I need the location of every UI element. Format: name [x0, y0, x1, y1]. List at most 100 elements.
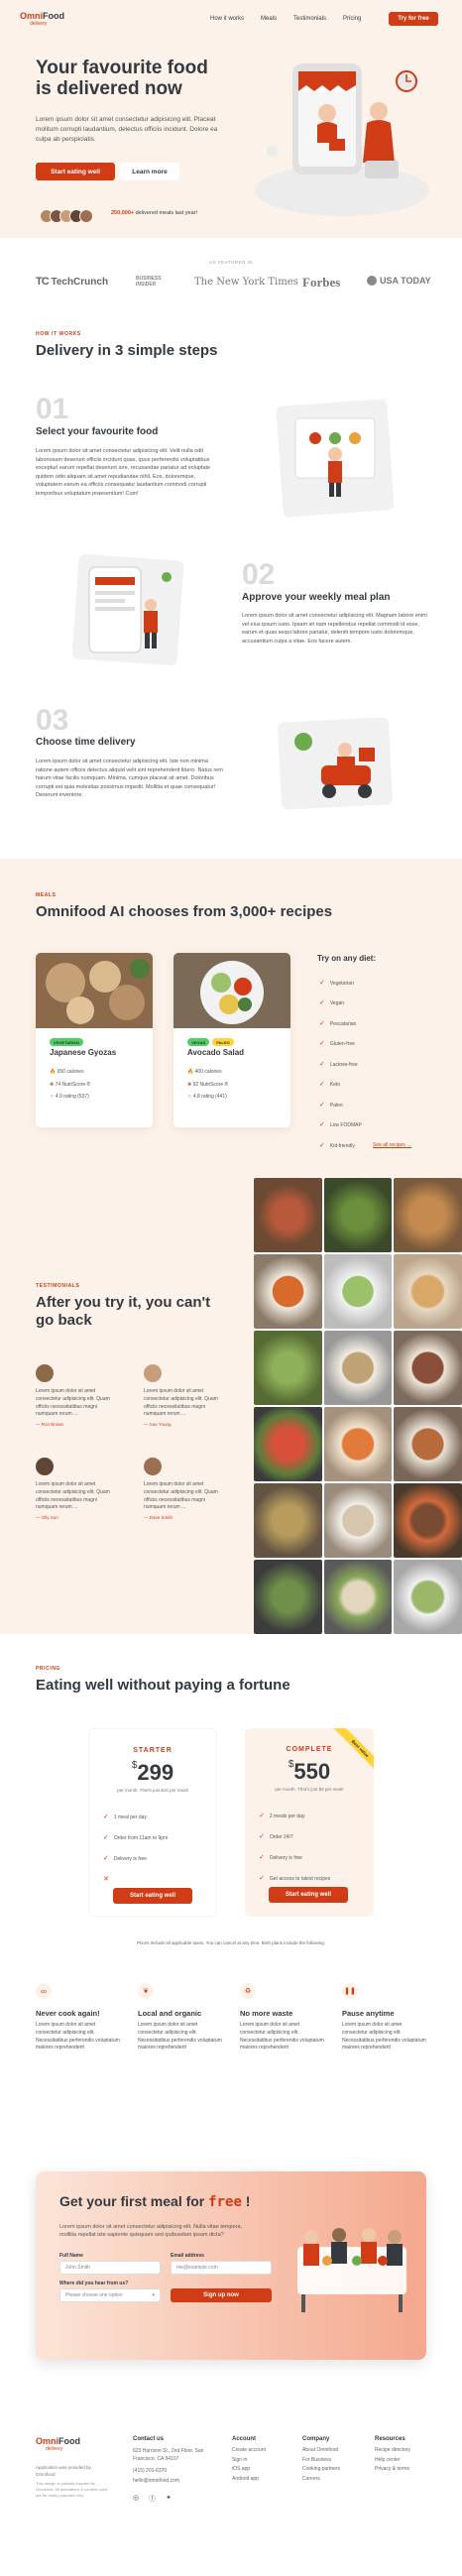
logo-part-b: Food — [43, 11, 65, 21]
gallery-image[interactable] — [394, 1407, 462, 1481]
gallery-image[interactable] — [323, 1407, 393, 1481]
gallery-image[interactable] — [254, 1331, 322, 1405]
footer-heading: Company — [302, 2436, 330, 2442]
avatar — [36, 1364, 54, 1382]
step-1-title: Select your favourite food — [36, 426, 159, 437]
gallery-image[interactable] — [254, 1560, 322, 1634]
footer-link[interactable]: Sign in — [232, 2456, 266, 2466]
check-icon: ✓ — [319, 1101, 325, 1109]
gallery-image[interactable] — [394, 1331, 462, 1405]
footer-email[interactable]: hello@omnifood.com — [133, 2477, 212, 2487]
footer-link[interactable]: About Omnifood — [302, 2446, 340, 2456]
twitter-icon[interactable]: ✦ — [166, 2494, 172, 2504]
feature-3: ♻ No more waste Lorem ipsum dolor sit am… — [240, 1983, 325, 2052]
feature-title: No more waste — [240, 2009, 293, 2018]
gallery-image[interactable] — [323, 1331, 393, 1405]
flame-icon: 🔥 — [187, 1069, 195, 1075]
avatar — [144, 1458, 162, 1475]
footer-link[interactable]: Careers — [302, 2475, 340, 2485]
step-1-illustration — [276, 399, 395, 518]
feature-text: Lorem ipsum dolor sit amet consectetur a… — [138, 2022, 222, 2051]
diet-list: ✓ Vegetarian ✓ Vegan ✓ Pescatarian ✓ Gluten-… — [319, 974, 362, 1156]
gallery-image[interactable] — [254, 1407, 322, 1481]
plan-price: $550 — [288, 1759, 331, 1784]
gallery-image[interactable] — [323, 1178, 393, 1252]
feature-title: Pause anytime — [342, 2009, 395, 2018]
nav-link-meals[interactable]: Meals — [261, 16, 277, 22]
plan-feature: ✓ Delivery is free — [103, 1855, 147, 1862]
check-icon: ✓ — [259, 1813, 265, 1819]
plan-price: $299 — [131, 1760, 174, 1785]
plan-feature: ✓ Delivery is free — [259, 1854, 302, 1861]
footer-link[interactable]: Privacy & terms — [375, 2465, 410, 2475]
footer-link[interactable]: Recipe directory — [375, 2446, 410, 2456]
footer-heading: Resources — [375, 2436, 405, 2442]
nav-link-testimonials[interactable]: Testimonials — [293, 16, 326, 22]
pricing-subheading: PRICING — [36, 1666, 61, 1672]
testimonial-1: Lorem ipsum dolor sit amet consectetur a… — [36, 1364, 120, 1427]
hero-start-button[interactable]: Start eating well — [36, 163, 115, 180]
gallery-image[interactable] — [254, 1483, 322, 1558]
plan-feature: ✓ 1 meal per day — [103, 1814, 147, 1820]
plan-feature: ✕ — [103, 1869, 216, 1890]
facebook-icon[interactable]: ⓕ — [149, 2494, 156, 2504]
email-input[interactable]: me@example.com — [171, 2261, 272, 2275]
feature-text: Lorem ipsum dolor sit amet consectetur a… — [342, 2022, 426, 2051]
gallery-image[interactable] — [254, 1254, 322, 1329]
name-input[interactable]: John Smith — [59, 2261, 161, 2275]
check-icon: ✓ — [259, 1875, 265, 1882]
footer-link[interactable]: Android app — [232, 2475, 266, 2485]
nav-link-how[interactable]: How it works — [210, 16, 244, 22]
gallery-image[interactable] — [323, 1483, 393, 1558]
meal-card-gyozas[interactable]: VEGETARIAN Japanese Gyozas 🔥 650 calorie… — [36, 953, 153, 1127]
nav-cta-button[interactable]: Try for free — [389, 12, 438, 26]
footer-link[interactable]: Help center — [375, 2456, 410, 2466]
leaf-icon: ❦ — [138, 1983, 154, 1999]
logo[interactable]: OmniFood delivery — [20, 11, 65, 28]
featured-label: AS FEATURED IN — [209, 260, 253, 265]
diet-item: ✓ Keto — [319, 1081, 341, 1089]
testimonial-author: — Ron Brown — [36, 1422, 64, 1427]
meal-attributes: 🔥 400 calories ✚ 92 NutriScore ® ☆ 4.8 r… — [187, 1069, 229, 1100]
check-icon: ✓ — [319, 1141, 325, 1149]
gallery-image[interactable] — [323, 1560, 393, 1634]
check-icon: ✓ — [319, 1060, 325, 1068]
footer-logo[interactable]: OmniFood delivery — [36, 2437, 80, 2453]
step-1-number: 01 — [36, 393, 69, 425]
footer-link[interactable]: For Business — [302, 2456, 340, 2466]
instagram-icon[interactable]: ◎ — [133, 2494, 139, 2504]
gallery-image[interactable] — [394, 1483, 462, 1558]
gallery-image[interactable] — [394, 1178, 462, 1252]
plan-name: STARTER — [133, 1747, 173, 1754]
signup-button[interactable]: Sign up now — [171, 2288, 272, 2302]
meal-tag: PALEO — [212, 1038, 234, 1046]
gallery-image[interactable] — [394, 1254, 462, 1329]
footer-link[interactable]: Cooking partners — [302, 2465, 340, 2475]
plan-start-button[interactable]: Start eating well — [269, 1887, 348, 1903]
footer-phone[interactable]: (415) 201-6370 — [133, 2467, 212, 2477]
nav-link-pricing[interactable]: Pricing — [343, 16, 361, 22]
all-recipes-link[interactable]: See all recipes → — [373, 1142, 411, 1148]
gallery-image[interactable] — [394, 1560, 462, 1634]
infinity-icon: ∞ — [36, 1983, 52, 1999]
testimonial-2: Lorem ipsum dolor sit amet consectetur a… — [144, 1364, 228, 1427]
hero-learn-more-button[interactable]: Learn more — [120, 163, 179, 180]
step-1-text: Lorem ipsum dolor sit amet consectetur a… — [36, 448, 211, 497]
gallery-image[interactable] — [254, 1178, 322, 1252]
footer-copy: Application was provided by Omnifood — [36, 2465, 91, 2477]
close-icon: ✕ — [103, 1876, 109, 1883]
footer-copy-note: This design is partially inspired by Omn… — [36, 2481, 108, 2498]
meal-card-avocado-salad[interactable]: VEGAN PALEO Avocado Salad 🔥 400 calories… — [173, 953, 290, 1127]
testimonial-4: Lorem ipsum dolor sit amet consectetur a… — [144, 1458, 228, 1520]
footer-link[interactable]: iOS app — [232, 2465, 266, 2475]
footer-address: 623 Harrison St., 2nd Floor, San Francis… — [133, 2448, 204, 2462]
feature-4: ❚❚ Pause anytime Lorem ipsum dolor sit a… — [342, 1983, 427, 2052]
plan-start-button[interactable]: Start eating well — [113, 1888, 192, 1904]
where-select[interactable]: Please choose one option ▾ — [59, 2288, 161, 2302]
testimonial-author: — Olly Sun — [36, 1515, 58, 1520]
footer-link[interactable]: Create account — [232, 2446, 266, 2456]
diet-item: ✓ Kid-friendly — [319, 1141, 355, 1149]
step-2-number: 02 — [242, 558, 276, 591]
gallery-image[interactable] — [323, 1254, 393, 1329]
check-icon: ✓ — [319, 1121, 325, 1129]
